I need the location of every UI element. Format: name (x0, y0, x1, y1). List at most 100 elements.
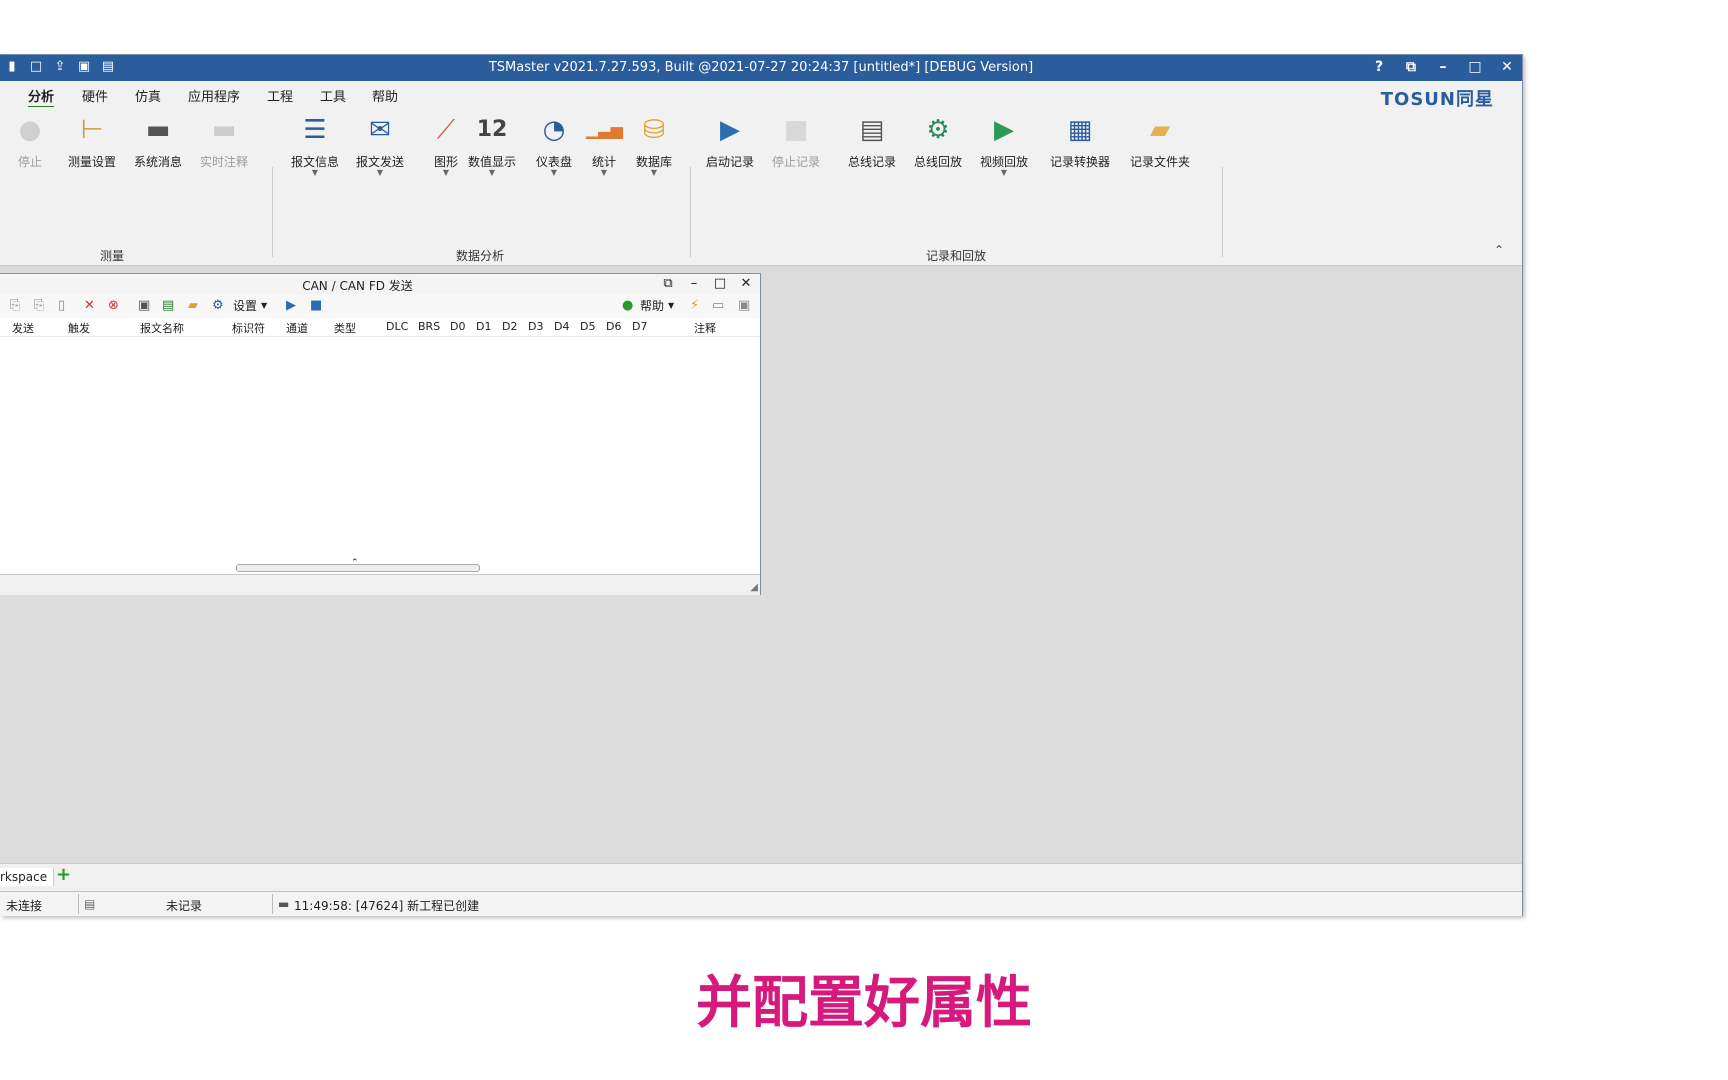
menu-analysis[interactable]: 分析 (28, 86, 55, 108)
delete-icon[interactable]: ✕ (84, 298, 95, 314)
column-header[interactable]: D5 (580, 320, 595, 333)
ribbon-button[interactable]: ▶ 视频回放 ▼ (974, 113, 1034, 177)
column-header[interactable]: 通道 (286, 320, 308, 336)
child-minimize-button[interactable]: – (686, 275, 702, 293)
ribbon-button[interactable]: ✉ 报文发送 ▼ (350, 113, 410, 177)
column-header[interactable]: 类型 (334, 320, 356, 336)
ribbon-button[interactable]: ⛁ 数据库 ▼ (624, 113, 684, 177)
copy-icon[interactable]: ⎘ (10, 298, 20, 314)
connection-status: 未连接 (6, 899, 43, 913)
help-icon[interactable]: ? (1370, 58, 1388, 76)
video-replay-icon: ▶ (994, 115, 1014, 145)
ribbon-button-label: 总线记录 (847, 155, 896, 169)
maximize-button[interactable]: □ (1466, 58, 1484, 76)
ribbon-button-label: 总线回放 (913, 155, 962, 169)
horizontal-scrollbar[interactable]: ⌃ (236, 558, 480, 572)
bus-replay-icon: ⚙ (926, 115, 950, 145)
lightning-icon[interactable]: ⚡ (690, 298, 699, 314)
minimize-button[interactable]: – (1434, 58, 1452, 76)
column-header[interactable]: D2 (502, 320, 517, 333)
dropdown-arrow-icon[interactable]: ▼ (624, 169, 684, 177)
column-header[interactable]: D3 (528, 320, 543, 333)
group-label-measure: 测量 (100, 249, 125, 263)
ribbon-button[interactable]: ▶ 启动记录 (700, 113, 760, 170)
help-dropdown-arrow-icon[interactable]: ▼ (668, 298, 674, 314)
can-send-table-body[interactable] (0, 337, 760, 557)
can-send-title: CAN / CAN FD 发送 (302, 279, 413, 293)
settings-gear-icon[interactable]: ⚙ (212, 298, 224, 314)
column-header[interactable]: 标识符 (232, 320, 265, 336)
layout-icon[interactable]: ▣ (738, 298, 750, 314)
ribbon-button[interactable]: ▤ 总线记录 (842, 113, 902, 170)
child-maximize-button[interactable]: □ (712, 275, 728, 293)
menu-simulation[interactable]: 仿真 (135, 86, 161, 105)
menu-tools[interactable]: 工具 (320, 86, 346, 105)
column-header[interactable]: D1 (476, 320, 491, 333)
help-dropdown[interactable]: 帮助 (640, 298, 664, 314)
menu-project[interactable]: 工程 (267, 86, 293, 105)
save-as-icon[interactable]: ▤ (162, 298, 174, 314)
column-header[interactable]: 报文名称 (140, 320, 184, 336)
column-header[interactable]: D7 (632, 320, 647, 333)
column-header[interactable]: 触发 (68, 320, 90, 336)
list-icon: ☰ (303, 115, 327, 145)
ribbon-button-label: 记录文件夹 (1130, 155, 1191, 169)
ribbon-button[interactable]: ▦ 记录转换器 (1050, 113, 1110, 170)
dropdown-arrow-icon[interactable]: ▼ (285, 169, 345, 177)
column-header[interactable]: D6 (606, 320, 621, 333)
delete-all-icon[interactable]: ⊗ (108, 298, 119, 314)
ribbon-button-label: 测量设置 (67, 155, 116, 169)
chat-bubble-icon: ▬ (145, 115, 171, 145)
dock-icon[interactable]: ⧉ (660, 275, 676, 293)
close-button[interactable]: ✕ (1498, 58, 1516, 76)
play-icon[interactable]: ▶ (286, 298, 296, 314)
open-folder-icon[interactable]: ▰ (188, 298, 198, 314)
add-workspace-button[interactable]: + (56, 864, 71, 885)
ribbon-button[interactable]: ▰ 记录文件夹 (1130, 113, 1190, 170)
paste-icon[interactable]: ▯ (58, 298, 65, 314)
workspace-tab[interactable]: rkspace (0, 868, 55, 886)
status-bar: 未连接 ▤ 未记录 ▬ 11:49:58: [47624] 新工程已创建 (0, 891, 1522, 916)
clear-icon[interactable]: ▭ (712, 298, 724, 314)
title-bar: ▮ □ ⇪ ▣ ▤ TSMaster v2021.7.27.593, Built… (0, 55, 1522, 81)
resize-grip-icon[interactable]: ◢ (750, 582, 758, 593)
column-header[interactable]: 注释 (694, 320, 716, 336)
line-graph-icon: ⟋ (436, 115, 456, 145)
ribbon-button[interactable]: ⊢ 测量设置 (62, 113, 122, 170)
ribbon-button[interactable]: ▬ 实时注释 (194, 113, 254, 170)
column-header[interactable]: D0 (450, 320, 465, 333)
can-send-table-header: 发送 触发 报文名称 标识符 通道 类型 DLC BRS D0 D1 D2 D3… (0, 318, 760, 337)
help-circle-icon[interactable]: ● (622, 298, 633, 314)
tsmaster-window: ▮ □ ⇪ ▣ ▤ TSMaster v2021.7.27.593, Built… (0, 54, 1523, 916)
column-header[interactable]: 发送 (12, 320, 34, 336)
number-display-icon: 12 (476, 117, 508, 142)
menu-applications[interactable]: 应用程序 (188, 86, 240, 105)
ribbon-button[interactable]: ■ 停止记录 (766, 113, 826, 170)
column-header[interactable]: BRS (418, 320, 440, 333)
duplicate-icon[interactable]: ⎘ (34, 298, 44, 314)
ribbon-button[interactable]: ⚙ 总线回放 (908, 113, 968, 170)
ribbon-button-label: 停止 (17, 155, 42, 169)
settings-dropdown[interactable]: 设置 (233, 298, 257, 314)
collapse-ribbon-icon[interactable]: ⌃ (1494, 243, 1504, 257)
dropdown-arrow-icon[interactable]: ▼ (350, 169, 410, 177)
scroll-up-arrow-icon[interactable]: ⌃ (351, 558, 359, 568)
ribbon-button[interactable]: ▬ 系统消息 (128, 113, 188, 170)
status-message: 11:49:58: [47624] 新工程已创建 (294, 899, 480, 913)
can-send-footer: ◢ (0, 574, 760, 595)
column-header[interactable]: DLC (386, 320, 408, 333)
menu-hardware[interactable]: 硬件 (82, 86, 108, 105)
save-icon[interactable]: ▣ (138, 298, 150, 314)
restore-layout-icon[interactable]: ⧉ (1402, 58, 1420, 76)
child-close-button[interactable]: ✕ (738, 275, 754, 293)
menu-help[interactable]: 帮助 (372, 86, 398, 105)
ribbon-button[interactable]: ● 停止 (0, 113, 60, 170)
dropdown-arrow-icon[interactable]: ▼ (462, 169, 522, 177)
dropdown-arrow-icon[interactable]: ▼ (974, 169, 1034, 177)
ribbon-button[interactable]: ☰ 报文信息 ▼ (285, 113, 345, 177)
stop-icon[interactable]: ■ (310, 298, 322, 314)
column-header[interactable]: D4 (554, 320, 569, 333)
settings-dropdown-arrow-icon[interactable]: ▼ (261, 298, 267, 314)
record-status-icon: ▤ (84, 897, 96, 911)
ribbon-button[interactable]: 12 数值显示 ▼ (462, 113, 522, 177)
